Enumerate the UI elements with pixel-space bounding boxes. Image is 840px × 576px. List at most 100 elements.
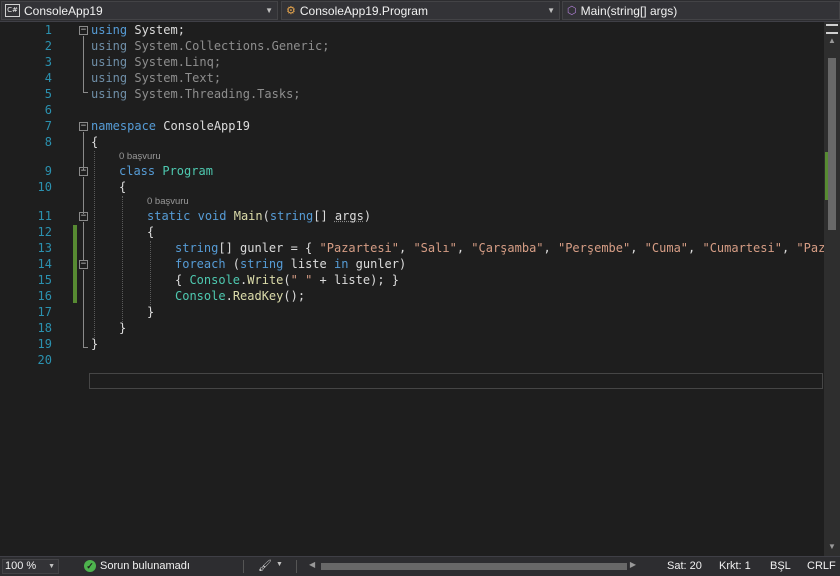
- scrollbar-thumb[interactable]: [828, 58, 836, 230]
- chevron-down-icon: ▼: [547, 6, 555, 15]
- string-literal: "Salı": [413, 241, 457, 255]
- zoom-dropdown[interactable]: 100 % ▼: [2, 559, 59, 574]
- write-method: Write: [247, 273, 284, 287]
- type-name: ConsoleApp19.Program: [299, 3, 428, 18]
- line-number: 17: [37, 305, 52, 319]
- collapse-toggle[interactable]: −: [79, 122, 88, 131]
- zoom-level: 100 %: [5, 560, 37, 572]
- collapse-toggle[interactable]: −: [79, 260, 88, 269]
- line-number: 4: [44, 71, 52, 85]
- code-line: }: [119, 320, 126, 336]
- string-keyword: string: [175, 241, 219, 255]
- foreach-keyword: foreach: [175, 257, 226, 271]
- readkey-method: ReadKey: [232, 289, 284, 303]
- collapse-toggle[interactable]: −: [79, 212, 88, 221]
- navigation-bar: C# ConsoleApp19 ▼ ⚙ ConsoleApp19.Program…: [0, 0, 840, 22]
- comma: ,: [688, 241, 703, 255]
- collapse-toggle[interactable]: −: [79, 26, 88, 35]
- namespace-keyword: namespace: [91, 119, 157, 133]
- line-number: 12: [37, 225, 52, 239]
- paren: ): [363, 209, 372, 223]
- scroll-down-icon[interactable]: ▼: [824, 542, 840, 551]
- insert-mode-indicator[interactable]: BŞL: [770, 560, 791, 572]
- scrollbar-thumb[interactable]: [321, 563, 627, 570]
- change-marker: [825, 152, 828, 200]
- string-keyword: string: [269, 209, 314, 223]
- line-number: 2: [44, 39, 52, 53]
- code-line: using System.Collections.Generic;: [91, 38, 329, 54]
- method-icon: ⬡: [567, 5, 577, 17]
- array-brackets: []: [313, 209, 335, 223]
- paren: (: [225, 257, 241, 271]
- string-literal: "Çarşamba": [471, 241, 544, 255]
- comma: ,: [456, 241, 472, 255]
- code-line: {: [119, 179, 126, 195]
- code-line: }: [91, 336, 98, 352]
- code-line: static void Main(string[] args): [147, 208, 371, 224]
- code-line: using System.Text;: [91, 70, 221, 86]
- line-number: 9: [44, 164, 52, 178]
- fold-line: [83, 36, 84, 92]
- fold-end: [83, 347, 88, 348]
- type-dropdown[interactable]: ⚙ ConsoleApp19.Program ▼: [281, 1, 560, 20]
- horizontal-scrollbar[interactable]: ◀ ▶: [309, 560, 636, 572]
- code-editor[interactable]: 1 2 3 4 5 6 7 8 9 10 11 12 13 14 15 16 1…: [0, 22, 824, 556]
- codelens-references[interactable]: 0 başvuru: [119, 151, 161, 162]
- string-literal: "Pazartesi": [319, 241, 399, 255]
- collapse-toggle[interactable]: −: [79, 167, 88, 176]
- write-arguments: + liste); }: [312, 273, 400, 287]
- code-line: using System;: [91, 22, 185, 38]
- string-keyword: string: [240, 257, 284, 271]
- line-number: 14: [37, 257, 52, 271]
- line-number: 7: [44, 119, 52, 133]
- line-number: 13: [37, 241, 52, 255]
- comma: ,: [543, 241, 558, 255]
- code-line: string[] gunler = { "Pazartesi", "Salı",…: [175, 240, 824, 256]
- line-indicator[interactable]: Sat: 20: [667, 560, 702, 572]
- line-number: 5: [44, 87, 52, 101]
- array-declaration: [] gunler = {: [218, 241, 320, 255]
- brush-icon[interactable]: 🖌: [258, 559, 272, 572]
- line-ending-indicator[interactable]: CRLF: [807, 560, 836, 572]
- using-target: System.Linq;: [127, 55, 222, 69]
- code-line: class Program: [119, 163, 213, 179]
- using-keyword: using: [91, 39, 128, 53]
- column-indicator[interactable]: Krkt: 1: [719, 560, 751, 572]
- code-line: using System.Linq;: [91, 54, 221, 70]
- fold-line: [83, 222, 84, 260]
- string-literal: "Cuma": [644, 241, 689, 255]
- using-keyword: using: [91, 23, 128, 37]
- indent-guide: [94, 151, 95, 346]
- code-line: {: [91, 134, 98, 150]
- scroll-right-icon[interactable]: ▶: [630, 560, 636, 569]
- brace: }: [147, 305, 155, 319]
- string-literal: " ": [290, 273, 313, 287]
- codelens-references[interactable]: 0 başvuru: [147, 196, 189, 207]
- line-number: 11: [37, 209, 52, 223]
- line-number: 10: [37, 180, 52, 194]
- split-window-icon[interactable]: [826, 24, 838, 34]
- chevron-down-icon[interactable]: ▼: [276, 561, 283, 568]
- namespace-name: ConsoleApp19: [156, 119, 250, 133]
- csharp-project-icon: C#: [5, 4, 20, 17]
- class-keyword: class: [119, 164, 156, 178]
- brace: }: [119, 321, 127, 335]
- separator: [243, 560, 244, 573]
- scroll-up-icon[interactable]: ▲: [824, 36, 840, 45]
- code-line: using System.Threading.Tasks;: [91, 86, 301, 102]
- string-literal: "Pazar": [796, 241, 824, 255]
- using-target: System.Collections.Generic;: [127, 39, 330, 53]
- project-name: ConsoleApp19: [24, 3, 103, 18]
- line-number: 6: [44, 103, 52, 117]
- member-dropdown[interactable]: ⬡ Main(string[] args): [562, 1, 840, 20]
- vertical-scrollbar[interactable]: ▲ ▼: [824, 22, 840, 556]
- loop-source: gunler): [348, 257, 407, 271]
- line-number: 1: [44, 23, 52, 37]
- string-literal: "Perşembe": [557, 241, 631, 255]
- brace: }: [91, 337, 99, 351]
- project-dropdown[interactable]: C# ConsoleApp19 ▼: [1, 1, 278, 20]
- fold-line: [83, 132, 84, 170]
- scroll-left-icon[interactable]: ◀: [309, 560, 315, 569]
- brace: {: [91, 135, 99, 149]
- issues-status[interactable]: Sorun bulunamadı: [100, 560, 190, 572]
